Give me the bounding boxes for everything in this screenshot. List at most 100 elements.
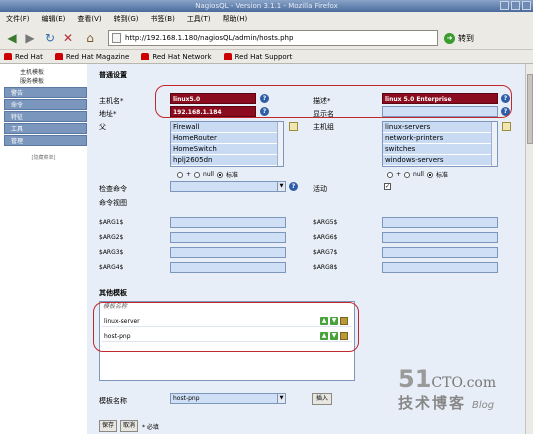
- arg8-input[interactable]: [382, 262, 498, 273]
- watermark-blog: Blog: [472, 400, 495, 411]
- help-icon[interactable]: ?: [501, 107, 510, 116]
- help-icon[interactable]: ?: [260, 107, 269, 116]
- list-item[interactable]: switches: [383, 144, 497, 155]
- reload-icon[interactable]: ↻: [42, 30, 58, 46]
- bookmark-label: Red Hat Support: [234, 52, 293, 61]
- arg1-input[interactable]: [170, 217, 286, 228]
- arg6-label: $ARG6$: [313, 234, 338, 241]
- help-icon[interactable]: ?: [289, 182, 298, 191]
- arg5-input[interactable]: [382, 217, 498, 228]
- bookmark-redhat-magazine[interactable]: Red Hat Magazine: [54, 53, 129, 61]
- sidebar-item-commands[interactable]: 命令: [4, 99, 87, 110]
- menu-bar: 文件(F) 编辑(E) 查看(V) 转到(G) 书签(B) 工具(T) 帮助(H…: [0, 12, 533, 26]
- template-select[interactable]: host-pnp ▼: [170, 393, 286, 404]
- url-bar[interactable]: http://192.168.1.180/nagiosQL/admin/host…: [108, 30, 438, 46]
- arg7-input[interactable]: [382, 247, 498, 258]
- check-command-select[interactable]: ▼: [170, 181, 286, 192]
- sidebar-collapse-link[interactable]: [隐藏菜单]: [0, 154, 87, 161]
- template-name: linux-server: [104, 318, 140, 325]
- listbox-scrollbar[interactable]: [491, 122, 497, 166]
- sidebar-item-tools[interactable]: 工具: [4, 123, 87, 134]
- arrow-up-icon[interactable]: ▲: [320, 332, 328, 340]
- bookmark-redhat[interactable]: Red Hat: [4, 53, 43, 61]
- hostgroups-listbox[interactable]: linux-servers network-printers switches …: [382, 121, 498, 167]
- scrollbar-thumb[interactable]: [527, 74, 533, 144]
- list-item[interactable]: Firewall: [171, 122, 283, 133]
- list-item[interactable]: windows-servers: [383, 155, 497, 166]
- page-scrollbar[interactable]: [525, 64, 533, 434]
- watermark-subtitle: 技术博客: [398, 394, 467, 412]
- back-arrow-icon[interactable]: ◀: [4, 30, 20, 46]
- sidebar-sub-host-templates[interactable]: 主机模板: [0, 68, 87, 77]
- bookmark-redhat-support[interactable]: Red Hat Support: [223, 52, 293, 61]
- url-text: http://192.168.1.180/nagiosQL/admin/host…: [125, 34, 294, 42]
- description-input[interactable]: linux 5.0 Enterprise: [382, 93, 498, 104]
- go-arrow-icon: ➜: [444, 32, 455, 44]
- list-item[interactable]: network-printers: [383, 133, 497, 144]
- display-name-input[interactable]: [382, 106, 498, 117]
- help-icon[interactable]: ?: [501, 94, 510, 103]
- home-icon[interactable]: ⌂: [82, 30, 98, 46]
- display-name-label: 显示名: [313, 110, 334, 118]
- sidebar-item-features[interactable]: 特征: [4, 111, 87, 122]
- hostgroups-mode-radios: + null 标准: [387, 170, 448, 179]
- close-button[interactable]: [522, 1, 531, 10]
- help-icon[interactable]: ?: [260, 94, 269, 103]
- radio-plus[interactable]: [177, 171, 183, 178]
- delete-icon[interactable]: [340, 317, 348, 325]
- template-select-label: 模板名称: [99, 397, 127, 405]
- radio-label: null: [203, 171, 214, 178]
- arrow-down-icon[interactable]: ▼: [330, 332, 338, 340]
- save-button[interactable]: 保存: [99, 420, 117, 432]
- radio-standard[interactable]: [426, 171, 433, 178]
- menu-help[interactable]: 帮助(H): [223, 14, 248, 24]
- edit-icon[interactable]: [502, 122, 511, 131]
- active-label: 活动: [313, 185, 327, 193]
- arg4-input[interactable]: [170, 262, 286, 273]
- redhat-icon: [4, 53, 12, 60]
- bookmark-redhat-network[interactable]: Red Hat Network: [141, 52, 212, 61]
- menu-tools[interactable]: 工具(T): [187, 14, 211, 24]
- stop-icon[interactable]: ✕: [60, 30, 76, 46]
- radio-null[interactable]: [194, 171, 201, 178]
- radio-null[interactable]: [404, 171, 411, 178]
- arg2-input[interactable]: [170, 232, 286, 243]
- list-item[interactable]: hplj2605dn: [171, 155, 283, 166]
- forward-arrow-icon[interactable]: ▶: [22, 30, 38, 46]
- arrow-up-icon[interactable]: ▲: [320, 317, 328, 325]
- list-item[interactable]: HomeRouter: [171, 133, 283, 144]
- insert-button[interactable]: 插入: [312, 393, 332, 405]
- list-item[interactable]: linux-servers: [383, 122, 497, 133]
- menu-edit[interactable]: 编辑(E): [42, 14, 66, 24]
- bookmark-label: Red Hat Network: [152, 52, 212, 61]
- sidebar-item-admin[interactable]: 管理: [4, 135, 87, 146]
- arrow-down-icon[interactable]: ▼: [330, 317, 338, 325]
- sidebar: 主机模板 服务模板 警告 命令 特征 工具 管理 [隐藏菜单]: [0, 64, 87, 434]
- go-button[interactable]: ➜ 转到: [444, 30, 474, 46]
- sidebar-sub-service-templates[interactable]: 服务模板: [0, 77, 87, 86]
- maximize-button[interactable]: [511, 1, 520, 10]
- arg3-input[interactable]: [170, 247, 286, 258]
- arg6-input[interactable]: [382, 232, 498, 243]
- chevron-down-icon: ▼: [277, 394, 285, 403]
- listbox-scrollbar[interactable]: [277, 122, 283, 166]
- minimize-button[interactable]: [500, 1, 509, 10]
- radio-plus[interactable]: [387, 171, 393, 178]
- menu-go[interactable]: 转到(G): [114, 14, 139, 24]
- bookmark-label: Red Hat: [15, 52, 43, 61]
- address-input[interactable]: 192.168.1.184: [170, 106, 256, 117]
- active-checkbox[interactable]: ✓: [384, 183, 391, 190]
- menu-view[interactable]: 查看(V): [77, 14, 101, 24]
- cancel-button[interactable]: 取消: [120, 420, 138, 432]
- arg5-label: $ARG5$: [313, 219, 338, 226]
- menu-file[interactable]: 文件(F): [6, 14, 30, 24]
- sidebar-item-alerts[interactable]: 警告: [4, 87, 87, 98]
- radio-standard[interactable]: [216, 171, 223, 178]
- edit-icon[interactable]: [289, 122, 298, 131]
- menu-bookmarks[interactable]: 书签(B): [151, 14, 175, 24]
- parents-listbox[interactable]: Firewall HomeRouter HomeSwitch hplj2605d…: [170, 121, 284, 167]
- host-name-input[interactable]: linux5.0: [170, 93, 256, 104]
- list-item[interactable]: HomeSwitch: [171, 144, 283, 155]
- delete-icon[interactable]: [340, 332, 348, 340]
- parents-mode-radios: + null 标准: [177, 170, 238, 179]
